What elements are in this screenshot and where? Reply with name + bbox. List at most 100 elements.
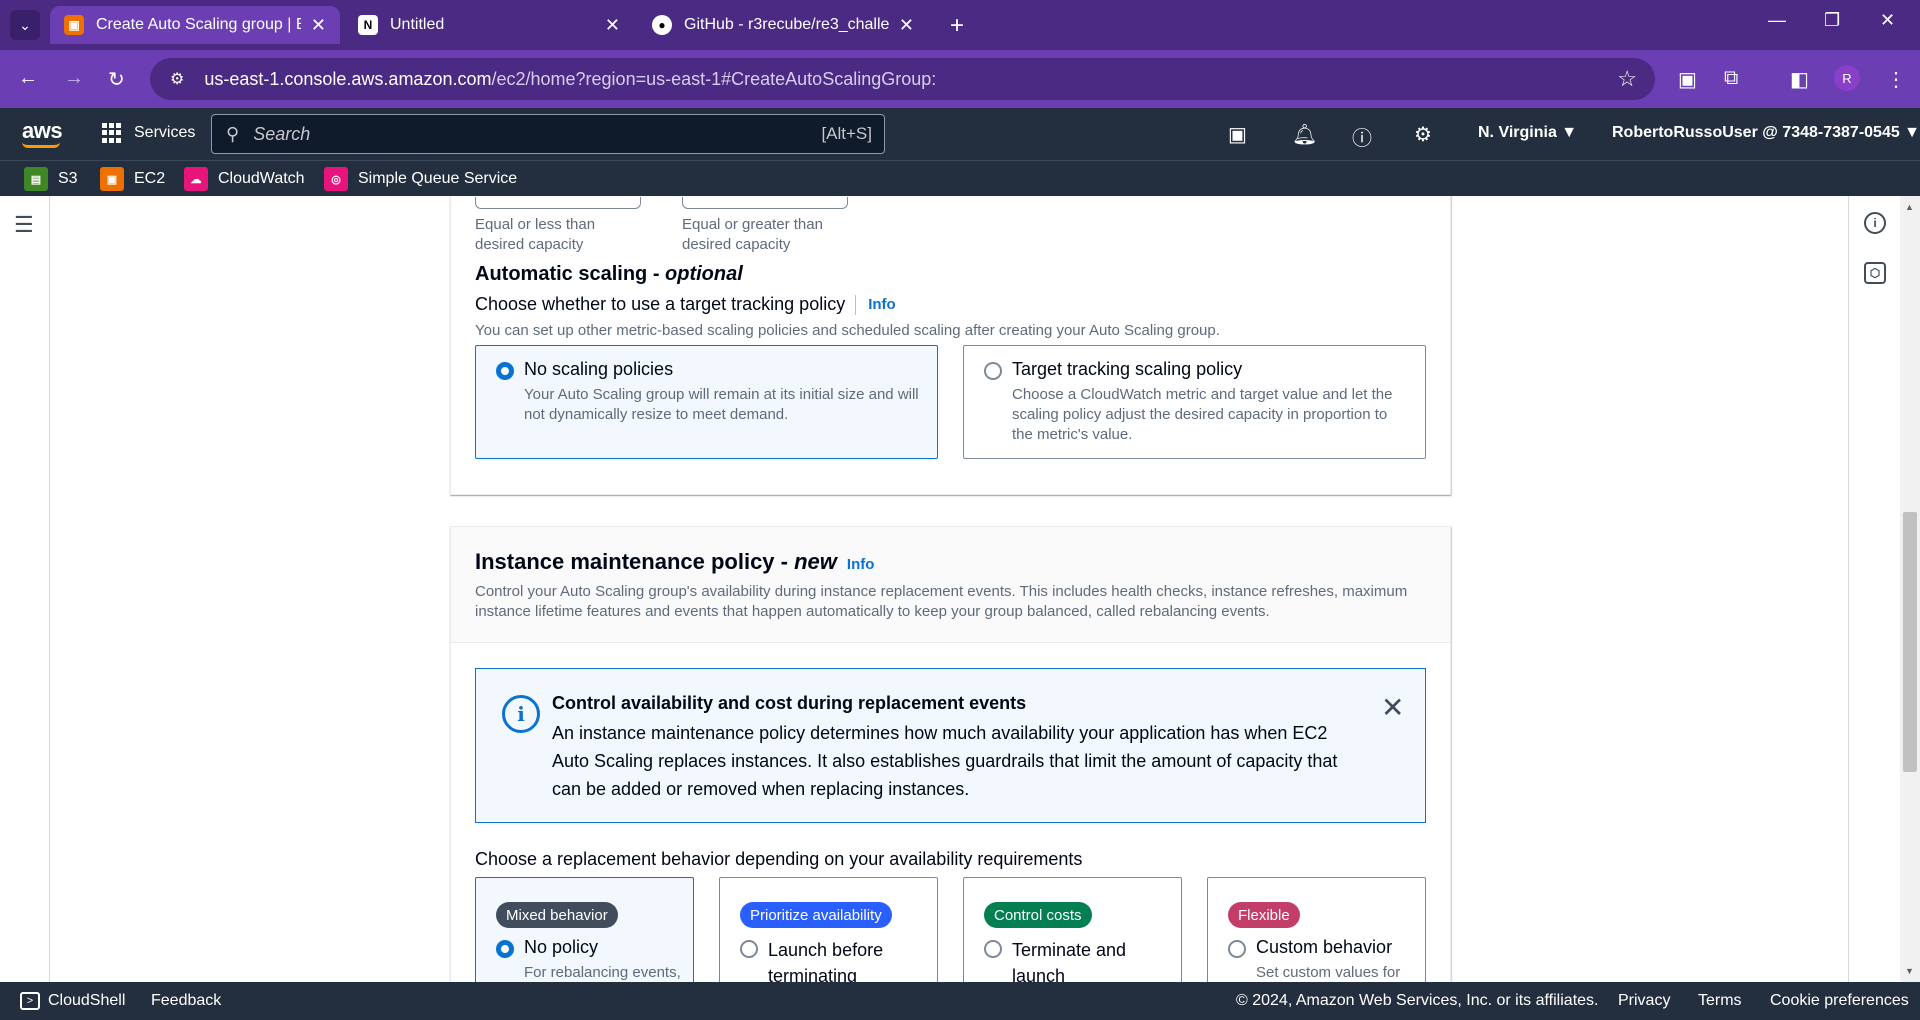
target-tracking-tile[interactable]: Target tracking scaling policy Choose a … (963, 345, 1426, 459)
hamburger-menu-icon[interactable]: ☰ (14, 212, 34, 238)
info-panel-icon[interactable]: i (1864, 212, 1886, 234)
no-scaling-policies-tile[interactable]: No scaling policies Your Auto Scaling gr… (475, 345, 938, 459)
radio-no-policy[interactable] (496, 940, 514, 958)
tile-title: No policy (524, 937, 599, 957)
cloudshell-icon: > (20, 992, 40, 1010)
search-shortcut: [Alt+S] (821, 124, 872, 143)
close-tab-icon[interactable]: ✕ (605, 15, 620, 36)
tab-title: GitHub - r3recube/re3_challeng (684, 16, 889, 33)
behavior-terminate-launch-tile[interactable]: Control costs Terminate and launch (963, 877, 1182, 982)
maintenance-heading: Instance maintenance policy - new Info (475, 549, 874, 575)
bookmark-star-icon[interactable]: ☆ (1617, 66, 1637, 92)
close-window-icon[interactable]: ✕ (1880, 10, 1895, 31)
terms-link[interactable]: Terms (1698, 992, 1742, 1010)
max-capacity-input[interactable] (682, 197, 848, 209)
cloudshell-icon[interactable]: ▣ (1228, 122, 1247, 147)
url-path: /ec2/home?region=us-east-1#CreateAutoSca… (491, 68, 937, 89)
favorite-s3[interactable]: ▤ S3 (24, 167, 78, 191)
site-info-icon[interactable]: ⚙ (170, 69, 184, 89)
hexagon-icon[interactable]: ⬡ (1864, 262, 1886, 284)
behavior-no-policy-tile[interactable]: Mixed behavior No policy For rebalancing… (475, 877, 694, 982)
alert-text: An instance maintenance policy determine… (552, 723, 1338, 799)
tab-github[interactable]: ● GitHub - r3recube/re3_challeng ✕ (638, 6, 928, 44)
info-alert: i Control availability and cost during r… (475, 668, 1426, 823)
automatic-scaling-heading: Automatic scaling - optional (475, 263, 743, 286)
logo-text: aws (22, 118, 63, 143)
notifications-icon[interactable]: 🔔︎ (1292, 122, 1317, 147)
side-panel-icon[interactable]: ◧ (1790, 67, 1809, 92)
maintenance-description: Control your Auto Scaling group's availa… (475, 583, 1408, 620)
profile-avatar[interactable]: R (1834, 65, 1860, 91)
grid-icon (102, 123, 122, 143)
optional-tag: optional (665, 263, 743, 285)
scroll-up-arrow-icon[interactable]: ▲ (1905, 202, 1914, 212)
card-header: Instance maintenance policy - new Info C… (451, 527, 1450, 643)
minimize-icon[interactable]: — (1768, 10, 1786, 31)
new-tab-icon[interactable]: + (950, 12, 964, 40)
behavior-launch-before-tile[interactable]: Prioritize availability Launch before te… (719, 877, 938, 982)
cloudshell-button[interactable]: > CloudShell (20, 992, 125, 1010)
close-icon[interactable]: ✕ (1381, 691, 1404, 724)
tab-create-asg[interactable]: ▣ Create Auto Scaling group | EC2 ✕ (50, 6, 340, 44)
radio-target-tracking[interactable] (984, 362, 1002, 380)
scroll-down-arrow-icon[interactable]: ▼ (1905, 966, 1914, 976)
menu-icon[interactable]: ⋮ (1886, 67, 1906, 92)
radio-launch-before-terminating[interactable] (740, 940, 758, 958)
feedback-link[interactable]: Feedback (151, 992, 221, 1010)
tab-untitled[interactable]: N Untitled ✕ (344, 6, 634, 44)
heading-text: Instance maintenance policy - (475, 549, 795, 574)
sqs-icon: ◎ (324, 167, 348, 191)
behavior-custom-tile[interactable]: Flexible Custom behavior Set custom valu… (1207, 877, 1426, 982)
cookie-preferences-link[interactable]: Cookie preferences (1770, 992, 1909, 1010)
services-menu[interactable]: Services (102, 123, 195, 143)
url-host: us-east-1.console.aws.amazon.com (204, 68, 492, 89)
tile-description: Set custom values for the minimum and (1256, 964, 1401, 981)
favorite-cloudwatch[interactable]: ☁ CloudWatch (184, 167, 305, 191)
browser-tab-strip: ⌄ ▣ Create Auto Scaling group | EC2 ✕ N … (0, 0, 1920, 50)
aws-global-nav: aws Services ⚲ Search [Alt+S] ▣ 🔔︎ ⓘ ⚙ N… (0, 108, 1920, 160)
close-tab-icon[interactable]: ✕ (899, 15, 914, 36)
logo-smile (22, 142, 60, 148)
tab-search-button[interactable]: ⌄ (10, 10, 40, 40)
privacy-link[interactable]: Privacy (1618, 992, 1670, 1010)
info-link[interactable]: Info (847, 556, 875, 573)
close-tab-icon[interactable]: ✕ (311, 15, 326, 36)
auto-scaling-description: You can set up other metric-based scalin… (475, 322, 1220, 339)
settings-gear-icon[interactable]: ⚙ (1414, 122, 1432, 147)
min-capacity-input[interactable] (475, 197, 641, 209)
search-icon: ⚲ (226, 123, 240, 144)
cloudwatch-icon: ☁ (184, 167, 208, 191)
tab-title: Untitled (390, 16, 445, 33)
region-selector[interactable]: N. Virginia ▼ (1478, 124, 1577, 142)
help-icon[interactable]: ⓘ (1352, 122, 1372, 151)
radio-custom-behavior[interactable] (1228, 940, 1246, 958)
favorite-label: Simple Queue Service (358, 170, 518, 187)
scrollbar-thumb[interactable] (1903, 512, 1917, 772)
aws-logo[interactable]: aws (22, 118, 63, 148)
instance-maintenance-card: Instance maintenance policy - new Info C… (450, 526, 1451, 982)
info-link[interactable]: Info (868, 296, 896, 313)
favorite-ec2[interactable]: ▣ EC2 (100, 167, 165, 191)
heading-text: Automatic scaling - (475, 263, 666, 285)
extensions-icon[interactable]: ⧉ (1724, 67, 1738, 90)
radio-no-scaling-policies[interactable] (496, 362, 514, 380)
address-bar[interactable]: ⚙ us-east-1.console.aws.amazon.com/ec2/h… (150, 58, 1655, 100)
region-label: N. Virginia (1478, 124, 1557, 141)
tile-description: Choose a CloudWatch metric and target va… (1012, 386, 1393, 443)
screen-capture-icon[interactable]: ▣ (1678, 67, 1697, 92)
account-menu[interactable]: RobertoRussoUser @ 7348-7387-0545 ▼ (1612, 124, 1920, 142)
restore-icon[interactable]: ❐ (1824, 10, 1840, 31)
max-capacity-note: Equal or greater than desired capacity (682, 216, 823, 253)
cloudshell-label: CloudShell (48, 992, 126, 1009)
favorite-label: CloudWatch (218, 170, 305, 187)
new-tag: new (794, 549, 837, 574)
tile-title: Custom behavior (1256, 937, 1393, 957)
tile-description: Your Auto Scaling group will remain at i… (524, 386, 919, 423)
forward-icon[interactable]: → (64, 67, 84, 90)
search-input[interactable]: ⚲ Search [Alt+S] (211, 114, 885, 154)
favorite-sqs[interactable]: ◎ Simple Queue Service (324, 167, 517, 191)
reload-icon[interactable]: ↻ (108, 67, 125, 92)
back-icon[interactable]: ← (18, 67, 38, 90)
radio-terminate-and-launch[interactable] (984, 940, 1002, 958)
notion-icon: N (358, 15, 378, 35)
